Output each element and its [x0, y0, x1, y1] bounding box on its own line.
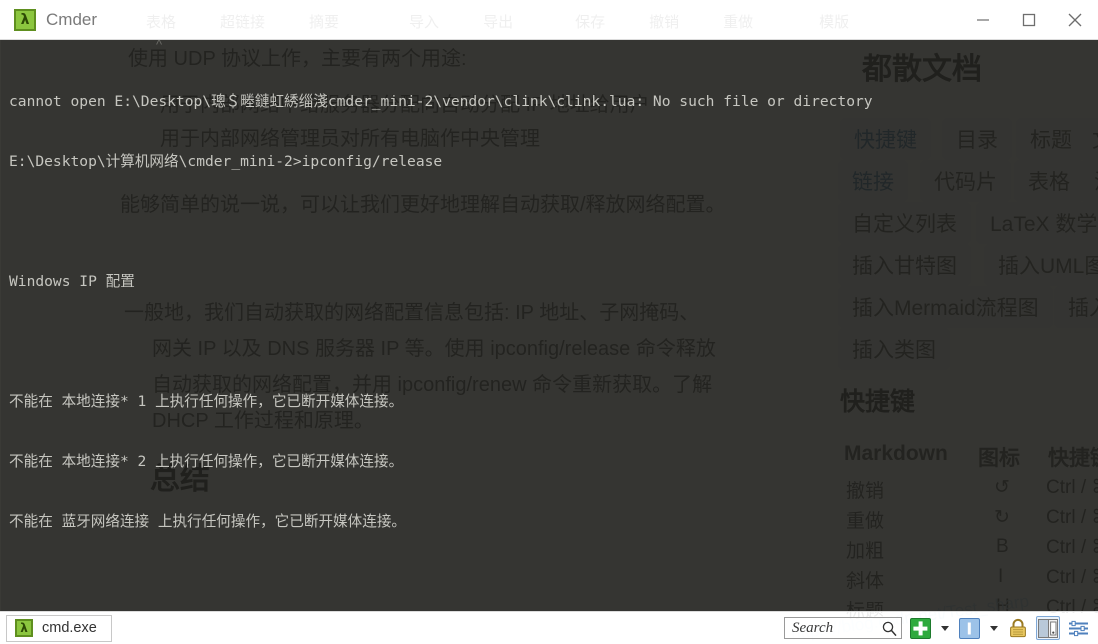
title-bar-left: λ Cmder	[0, 8, 98, 31]
tab-strip: λ cmd.exe	[0, 614, 112, 642]
search-input[interactable]: Search	[784, 617, 902, 639]
close-button[interactable]	[1052, 0, 1098, 40]
title-bar: λ Cmder	[0, 0, 1098, 40]
terminal-line: 不能在 本地连接* 1 上执行任何操作，它已断开媒体连接。	[9, 393, 404, 410]
terminal-line: 不能在 蓝牙网络连接 上执行任何操作，它已断开媒体连接。	[9, 513, 407, 530]
lock-button[interactable]	[1006, 616, 1030, 640]
cmder-window: 表格 超链接 摘要 导入 导出 保存 撤销 重做 模版 使用 UDP 协议上作，…	[0, 0, 1098, 644]
chevron-down-icon	[989, 625, 998, 631]
terminal-line: E:\Desktop\计算机网络\cmder_mini-2>ipconfig/r…	[9, 153, 443, 170]
terminal-line: cannot open E:\Desktop\璁＄畻鏈虹綉缁淺cmder_min…	[9, 93, 873, 110]
new-console-button[interactable]	[908, 616, 932, 640]
status-bar: λ cmd.exe Search	[0, 611, 1098, 644]
split-view-button[interactable]	[1036, 616, 1060, 640]
minimize-button[interactable]	[960, 0, 1006, 40]
tab-label: cmd.exe	[42, 620, 97, 636]
tab-lambda-icon: λ	[15, 619, 33, 637]
new-console-dropdown[interactable]	[938, 617, 951, 639]
status-bar-tools: Search	[784, 616, 1098, 640]
search-icon[interactable]	[881, 620, 898, 642]
settings-button[interactable]	[1066, 616, 1090, 640]
cmder-logo-icon: λ	[14, 8, 36, 31]
tab-cmd-exe[interactable]: λ cmd.exe	[6, 614, 112, 642]
terminal-line: Windows IP 配置	[9, 273, 135, 290]
active-console-button[interactable]	[957, 616, 981, 640]
terminal-output: cannot open E:\Desktop\璁＄畻鏈虹綉缁淺cmder_min…	[1, 40, 1098, 611]
maximize-button[interactable]	[1006, 0, 1052, 40]
active-console-dropdown[interactable]	[987, 617, 1000, 639]
terminal-line: 不能在 本地连接* 2 上执行任何操作，它已断开媒体连接。	[9, 453, 404, 470]
scroll-chevron-icon: ^	[156, 40, 163, 52]
search-placeholder: Search	[792, 619, 834, 636]
window-title: Cmder	[46, 9, 98, 29]
chevron-down-icon	[940, 625, 949, 631]
terminal-surface[interactable]: ^ cannot open E:\Desktop\璁＄畻鏈虹綉缁淺cmder_m…	[0, 40, 1098, 611]
